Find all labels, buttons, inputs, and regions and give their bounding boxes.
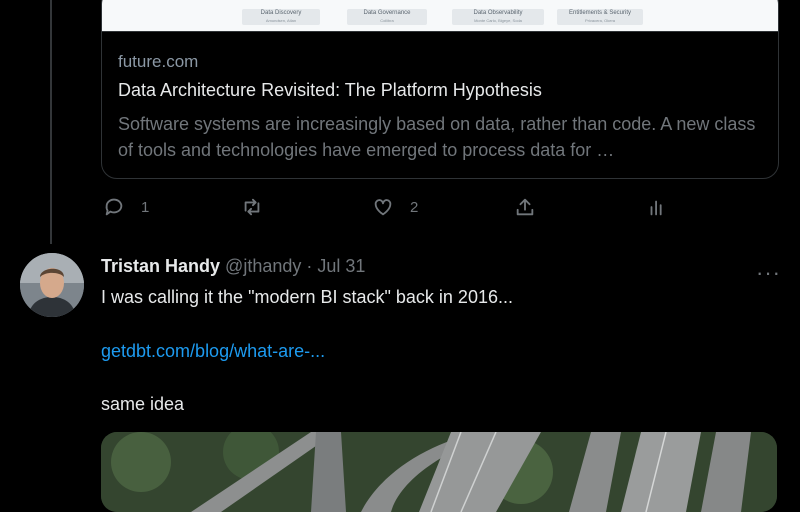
share-icon xyxy=(516,198,534,216)
reply-button[interactable]: 1 xyxy=(103,196,149,218)
thread-connector-line xyxy=(50,0,52,244)
tweet-media-image[interactable] xyxy=(101,432,777,512)
tweet-action-bar: 1 2 xyxy=(101,196,681,220)
link-title: Data Architecture Revisited: The Platfor… xyxy=(118,80,542,100)
avatar[interactable] xyxy=(20,253,84,317)
tweet-link[interactable]: getdbt.com/blog/what-are-... xyxy=(101,341,325,362)
user-handle[interactable]: @jthandy xyxy=(225,256,301,276)
tweet-text-line: I was calling it the "modern BI stack" b… xyxy=(101,287,513,307)
tweet-header: Tristan Handy @jthandy · Jul 31 xyxy=(101,256,365,277)
reply-count: 1 xyxy=(141,198,150,216)
like-count: 2 xyxy=(410,198,419,216)
tweet-text-line: same idea xyxy=(101,394,185,414)
heart-icon xyxy=(374,199,392,216)
link-description: Software systems are increasingly based … xyxy=(118,114,756,160)
display-name[interactable]: Tristan Handy xyxy=(101,256,220,276)
link-domain: future.com xyxy=(118,52,199,71)
like-button[interactable]: 2 xyxy=(372,196,418,218)
reply-icon xyxy=(105,198,123,216)
category-box: Data Observability Monte Carlo, Bigeye, S… xyxy=(452,9,544,25)
share-button[interactable] xyxy=(514,196,536,218)
separator-dot: · xyxy=(306,256,313,276)
link-preview-card[interactable]: Data Discovery Amundsen, Atlan Data Gover… xyxy=(101,0,779,179)
analytics-button[interactable] xyxy=(646,196,668,218)
avatar-photo xyxy=(20,253,84,317)
tweet-date[interactable]: Jul 31 xyxy=(317,256,365,276)
category-box: Entitlements & Security Privacera, Okera xyxy=(557,9,643,25)
analytics-icon xyxy=(650,200,662,216)
category-box: Data Discovery Amundsen, Atlan xyxy=(242,9,320,25)
retweet-button[interactable] xyxy=(241,196,271,218)
link-preview-image: Data Discovery Amundsen, Atlan Data Gover… xyxy=(102,0,778,32)
more-options-icon[interactable]: ··· xyxy=(756,260,781,286)
retweet-icon xyxy=(244,198,260,216)
highway-aerial-photo xyxy=(101,432,777,512)
category-box: Data Governance Collibra xyxy=(347,9,427,25)
